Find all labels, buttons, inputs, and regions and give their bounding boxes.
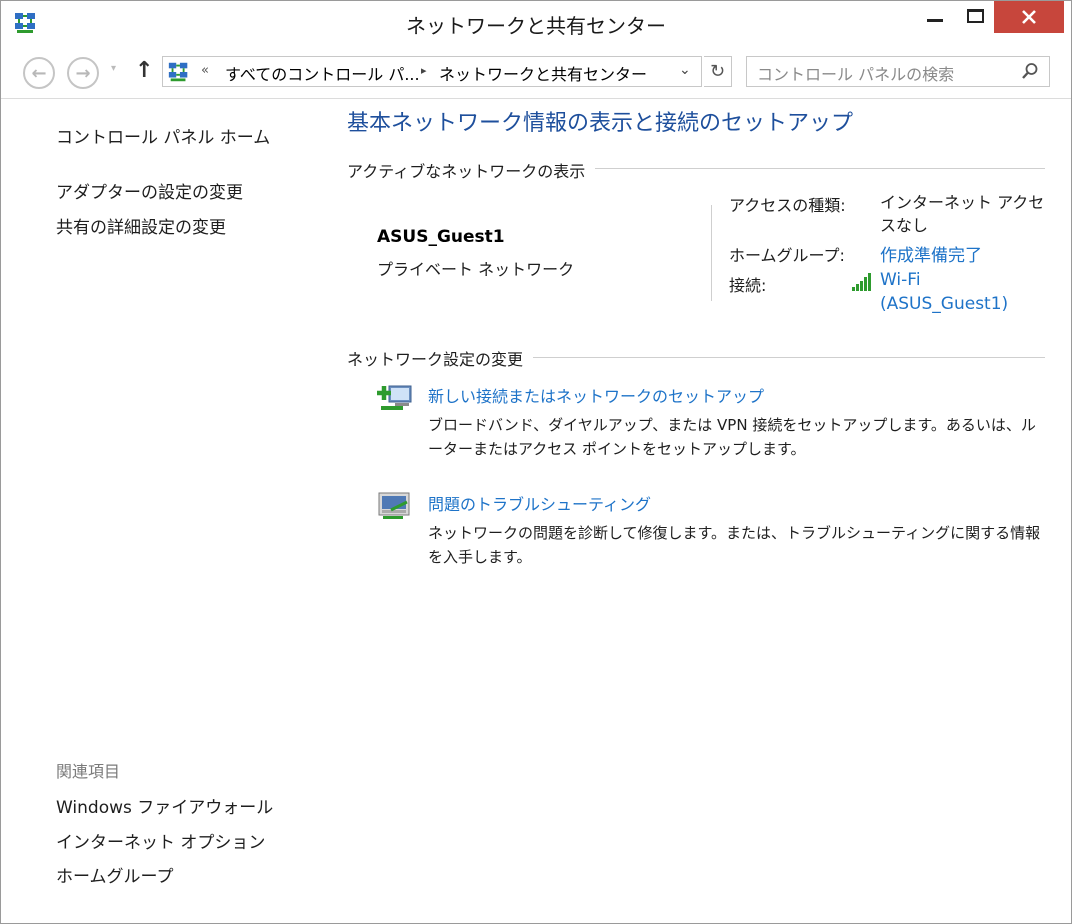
sidebar-related-heading: 関連項目 xyxy=(56,762,121,781)
connection-link-wifi[interactable]: Wi-Fi xyxy=(880,270,921,290)
search-box[interactable]: コントロール パネルの検索 xyxy=(746,56,1050,87)
address-bar[interactable]: « すべてのコントロール パ... ▸ ネットワークと共有センター ⌄ xyxy=(162,56,702,87)
main-content: 基本ネットワーク情報の表示と接続のセットアップ アクティブなネットワークの表示 … xyxy=(347,100,1047,920)
breadcrumb-overflow-chevron[interactable]: « xyxy=(201,63,209,78)
navigation-bar: ← → ▾ ↑ « すべてのコントロール パ... ▸ ネットワークと共有センタ… xyxy=(1,45,1071,99)
troubleshoot-icon xyxy=(378,492,410,519)
maximize-icon xyxy=(966,9,984,23)
vertical-divider xyxy=(711,205,712,301)
up-button[interactable]: ↑ xyxy=(135,58,153,83)
close-icon xyxy=(1022,10,1036,24)
sidebar-link-advanced-sharing[interactable]: 共有の詳細設定の変更 xyxy=(56,213,226,238)
task-new-connection-link[interactable]: 新しい接続またはネットワークのセットアップ xyxy=(428,383,764,407)
sidebar-link-homegroup[interactable]: ホームグループ xyxy=(56,862,173,887)
search-placeholder: コントロール パネルの検索 xyxy=(757,65,955,84)
close-button[interactable] xyxy=(994,1,1064,33)
breadcrumb-network-center[interactable]: ネットワークと共有センター xyxy=(439,61,647,85)
access-type-value: インターネット アクセスなし xyxy=(880,193,1045,235)
homegroup-link[interactable]: 作成準備完了 xyxy=(880,241,982,266)
network-sharing-center-window: ネットワークと共有センター ← → ▾ ↑ « すべてのコントロール パ... … xyxy=(0,0,1072,924)
network-center-icon xyxy=(168,62,188,82)
change-settings-heading: ネットワーク設定の変更 xyxy=(347,346,534,370)
minimize-button[interactable] xyxy=(912,1,957,31)
maximize-button[interactable] xyxy=(957,1,993,31)
page-title: 基本ネットワーク情報の表示と接続のセットアップ xyxy=(347,111,854,136)
section-divider xyxy=(547,168,1045,169)
recent-locations-button[interactable]: ▾ xyxy=(111,63,116,74)
access-type-label: アクセスの種類: xyxy=(729,196,846,215)
new-connection-icon xyxy=(377,385,412,410)
sidebar-link-windows-firewall[interactable]: Windows ファイアウォール xyxy=(56,793,273,818)
sidebar-link-control-panel-home[interactable]: コントロール パネル ホーム xyxy=(56,123,270,148)
refresh-icon: ↻ xyxy=(709,61,726,82)
sidebar-link-adapter-settings[interactable]: アダプターの設定の変更 xyxy=(56,178,243,203)
sidebar: コントロール パネル ホーム アダプターの設定の変更 共有の詳細設定の変更 関連… xyxy=(1,100,331,920)
sidebar-link-internet-options[interactable]: インターネット オプション xyxy=(56,828,265,853)
address-dropdown-icon[interactable]: ⌄ xyxy=(679,62,691,78)
minimize-icon xyxy=(926,18,943,22)
task-troubleshoot-description: ネットワークの問題を診断して修復します。または、トラブルシューティングに関する情… xyxy=(428,524,1041,566)
active-networks-heading: アクティブなネットワークの表示 xyxy=(347,158,596,182)
breadcrumb-all-control-panel[interactable]: すべてのコントロール パ... xyxy=(225,61,420,85)
connection-label: 接続: xyxy=(729,276,767,295)
section-divider xyxy=(523,357,1045,358)
forward-button[interactable]: → xyxy=(67,57,99,89)
wifi-signal-icon xyxy=(852,273,871,291)
homegroup-label: ホームグループ: xyxy=(729,246,845,265)
title-bar: ネットワークと共有センター xyxy=(1,1,1071,45)
back-arrow-icon: ← xyxy=(31,62,47,84)
breadcrumb-separator-icon[interactable]: ▸ xyxy=(421,64,427,77)
window-title: ネットワークと共有センター xyxy=(406,14,666,38)
refresh-button[interactable]: ↻ xyxy=(704,56,732,87)
search-icon[interactable] xyxy=(1021,62,1039,80)
forward-arrow-icon: → xyxy=(75,62,91,84)
task-troubleshoot-link[interactable]: 問題のトラブルシューティング xyxy=(428,491,651,515)
back-button[interactable]: ← xyxy=(23,57,55,89)
task-new-connection-description: ブロードバンド、ダイヤルアップ、または VPN 接続をセットアップします。あるい… xyxy=(428,416,1036,458)
connection-link-ssid[interactable]: (ASUS_Guest1) xyxy=(880,294,1008,314)
network-name: ASUS_Guest1 xyxy=(377,227,505,247)
network-type[interactable]: プライベート ネットワーク xyxy=(377,256,574,280)
